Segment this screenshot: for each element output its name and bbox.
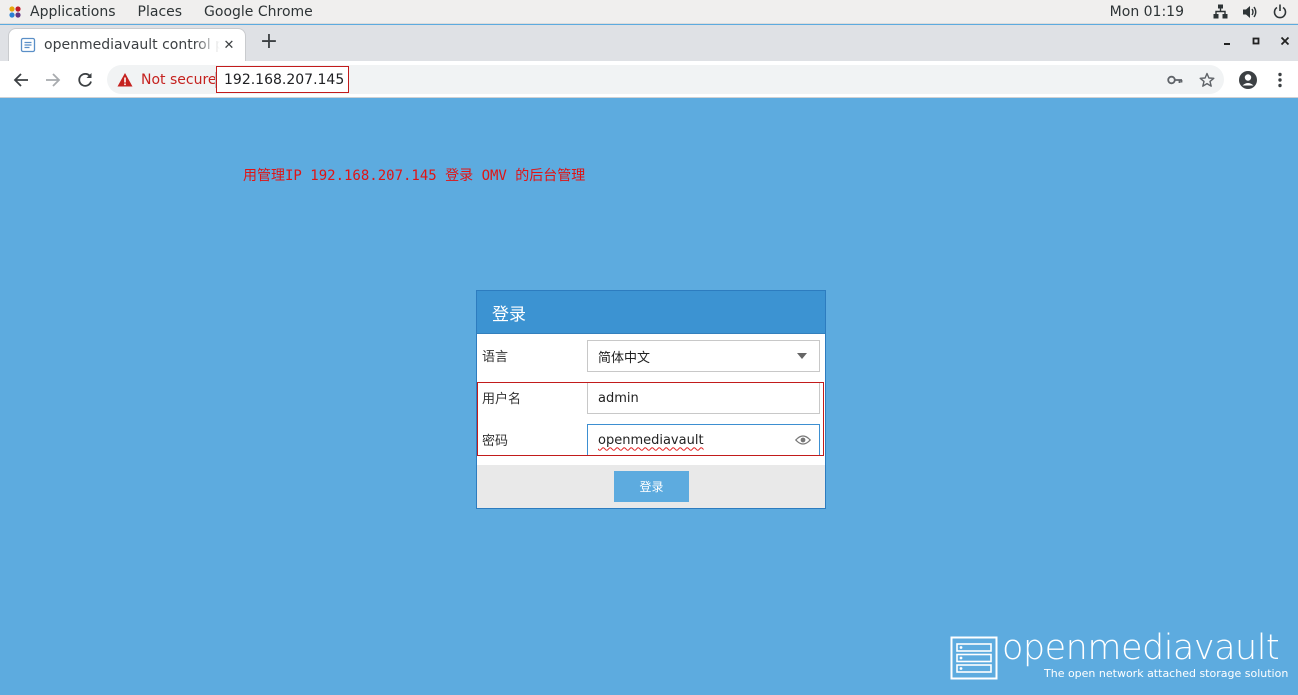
login-title: 登录 <box>477 291 825 334</box>
window-close-icon[interactable] <box>1277 33 1293 49</box>
language-label: 语言 <box>482 349 509 365</box>
password-value: openmediavault <box>598 432 704 448</box>
language-select[interactable]: 简体中文 <box>587 340 820 372</box>
account-icon[interactable] <box>1237 69 1259 91</box>
annotation-text: 用管理IP 192.168.207.145 登录 OMV 的后台管理 <box>243 168 586 184</box>
star-icon[interactable] <box>1198 71 1216 89</box>
brand-name: openmediavault <box>1002 628 1280 668</box>
volume-icon[interactable] <box>1242 4 1258 20</box>
applications-label: Applications <box>30 3 116 20</box>
forward-icon[interactable] <box>42 69 64 91</box>
page-icon <box>20 37 36 53</box>
network-icon[interactable] <box>1212 4 1228 20</box>
app-menu[interactable]: Google Chrome <box>204 4 313 20</box>
openmediavault-brand: openmediavault The open network attached… <box>950 628 1290 684</box>
server-logo-icon <box>950 636 998 680</box>
chevron-down-icon[interactable] <box>797 353 807 359</box>
username-row: 用户名 admin <box>477 376 825 418</box>
tab-title: openmediavault control panel <box>44 37 220 53</box>
warning-icon <box>117 72 133 86</box>
language-value: 简体中文 <box>598 350 651 366</box>
maximize-icon[interactable] <box>1248 33 1264 49</box>
eye-icon[interactable] <box>795 433 811 447</box>
minimize-icon[interactable] <box>1219 33 1235 49</box>
username-label: 用户名 <box>482 391 522 407</box>
system-top-bar: Applications Places Google Chrome Mon 01… <box>0 0 1298 24</box>
username-field[interactable]: admin <box>587 382 820 414</box>
clock[interactable]: Mon 01:19 <box>1110 4 1184 20</box>
login-panel: 登录 语言 简体中文 用户名 admin 密码 openmediavault 登… <box>476 290 826 509</box>
tab-strip: openmediavault control panel ✕ + <box>0 25 1298 61</box>
login-button[interactable]: 登录 <box>614 471 689 502</box>
url-field[interactable]: 192.168.207.145 <box>216 66 350 93</box>
browser-toolbar: Not secure 192.168.207.145 <box>0 61 1298 98</box>
key-icon[interactable] <box>1166 71 1184 89</box>
tab-close-icon[interactable]: ✕ <box>221 37 237 53</box>
security-chip[interactable]: Not secure <box>117 65 217 94</box>
places-menu[interactable]: Places <box>138 4 183 20</box>
browser-tab[interactable]: openmediavault control panel ✕ <box>8 28 246 61</box>
power-icon[interactable] <box>1272 4 1288 20</box>
applications-icon <box>9 5 21 18</box>
omnibox[interactable]: Not secure 192.168.207.145 <box>107 65 1224 94</box>
username-value: admin <box>598 390 639 406</box>
language-row: 语言 简体中文 <box>477 334 825 376</box>
reload-icon[interactable] <box>74 69 96 91</box>
applications-menu[interactable]: Applications <box>0 4 138 20</box>
menu-icon[interactable] <box>1269 69 1291 91</box>
password-row: 密码 openmediavault <box>477 418 825 460</box>
new-tab-button[interactable]: + <box>259 31 279 53</box>
not-secure-label: Not secure <box>141 71 217 88</box>
password-label: 密码 <box>482 433 509 449</box>
back-icon[interactable] <box>10 69 32 91</box>
password-field[interactable]: openmediavault <box>587 424 820 456</box>
login-footer: 登录 <box>477 465 825 508</box>
brand-tagline: The open network attached storage soluti… <box>1044 667 1289 680</box>
